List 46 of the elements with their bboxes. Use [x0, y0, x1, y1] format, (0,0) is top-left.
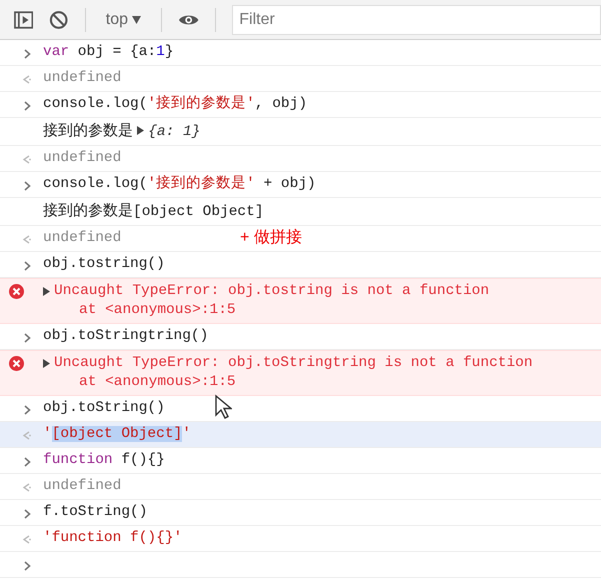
caret-icon: [132, 16, 141, 24]
prompt-chevron-icon: [24, 181, 31, 191]
result-value: 'function f(){}': [43, 529, 182, 548]
return-arrow-icon: [22, 431, 31, 440]
context-dropdown[interactable]: top: [102, 8, 145, 32]
prompt-chevron-icon: [24, 49, 31, 59]
prompt-chevron-icon: [24, 261, 31, 271]
prompt-chevron-icon: [24, 405, 31, 415]
command-line: console.log('接到的参数是', obj): [43, 94, 308, 114]
prompt-chevron-icon: [24, 509, 31, 519]
return-arrow-icon: [22, 235, 31, 244]
command-line: f.toString(): [43, 503, 148, 522]
prompt-chevron-icon: [24, 561, 31, 571]
command-line: obj.tostring(): [43, 255, 165, 274]
command-line: function f(){}: [43, 451, 165, 470]
command-line: var obj = {a:1}: [43, 43, 174, 62]
error-location: at <anonymous>:1:5: [78, 373, 237, 392]
result-value: undefined: [43, 477, 122, 496]
sidebar-toggle-icon[interactable]: [14, 10, 34, 28]
return-arrow-icon: [22, 75, 31, 84]
error-icon: [9, 356, 24, 371]
expand-triangle-icon[interactable]: [43, 287, 50, 296]
command-line: obj.toStringtring(): [43, 327, 208, 346]
clear-icon[interactable]: [49, 10, 69, 30]
result-value: undefined: [43, 229, 122, 248]
error-message: Uncaught TypeError: obj.toStringtring is not a function: [54, 354, 533, 373]
prompt-chevron-icon: [24, 333, 31, 343]
annotation-text: + 做拼接: [240, 228, 302, 248]
result-value: undefined: [43, 69, 122, 88]
expand-triangle-icon[interactable]: [137, 126, 144, 135]
return-arrow-icon: [22, 535, 31, 544]
prompt-chevron-icon: [24, 457, 31, 467]
error-icon: [9, 284, 24, 299]
error-message: Uncaught TypeError: obj.tostring is not a function: [54, 282, 490, 301]
result-value: undefined: [43, 149, 122, 168]
command-line: obj.toString(): [43, 399, 165, 418]
command-line: console.log('接到的参数是' + obj): [43, 174, 316, 194]
error-location: at <anonymous>:1:5: [78, 301, 237, 320]
log-message: 接到的参数是 {a: 1}: [43, 121, 200, 142]
expand-triangle-icon[interactable]: [43, 359, 50, 368]
return-arrow-icon: [22, 483, 31, 492]
eye-icon[interactable]: [178, 12, 200, 26]
prompt-chevron-icon: [24, 101, 31, 111]
return-arrow-icon: [22, 155, 31, 164]
log-message: 接到的参数是[object Object]: [43, 201, 264, 222]
filter-field[interactable]: Filter: [232, 4, 601, 34]
